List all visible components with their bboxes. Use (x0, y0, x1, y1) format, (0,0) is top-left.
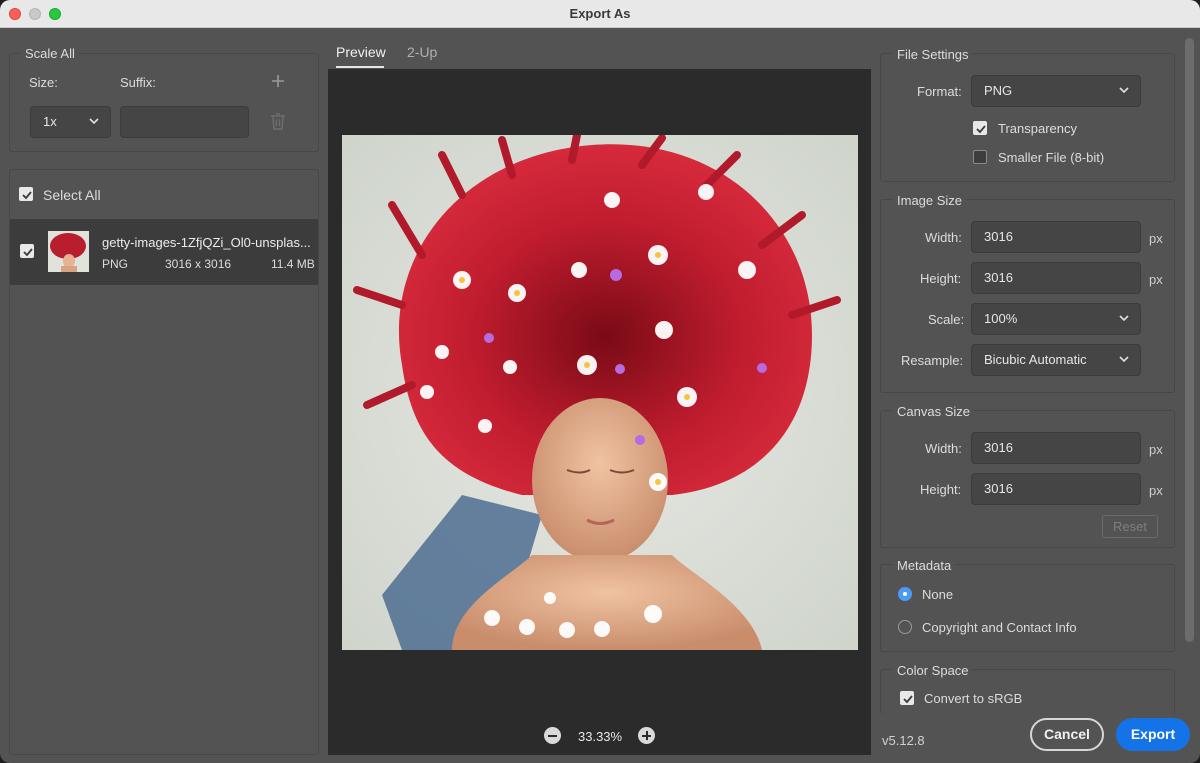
image-height-label: Height: (920, 271, 962, 286)
preview-image (342, 135, 858, 650)
image-width-label: Width: (925, 230, 962, 245)
metadata-label: Metadata (893, 558, 956, 573)
convert-srgb-label[interactable]: Convert to sRGB (924, 691, 1022, 706)
zoom-out-button[interactable] (544, 727, 561, 744)
format-dropdown[interactable]: PNG (971, 75, 1141, 107)
settings-scrollbar[interactable] (1185, 38, 1194, 642)
version-label: v5.12.8 (882, 733, 925, 748)
canvas-height-unit: px (1149, 483, 1163, 498)
chevron-down-icon (1119, 87, 1129, 94)
chevron-down-icon (1119, 315, 1129, 322)
suffix-label: Suffix: (120, 75, 156, 90)
scale-value: 100% (984, 311, 1018, 326)
canvas-width-label: Width: (925, 441, 962, 456)
scale-label: Scale: (928, 312, 965, 327)
smaller-file-checkbox[interactable] (973, 150, 987, 164)
select-all-checkbox[interactable] (19, 187, 33, 201)
trash-icon[interactable] (269, 112, 287, 131)
image-height-unit: px (1149, 272, 1163, 287)
canvas-height-label: Height: (920, 482, 962, 497)
canvas-width-unit: px (1149, 442, 1163, 457)
size-label: Size: (29, 75, 58, 90)
canvas-height-input[interactable]: 3016 (971, 473, 1141, 505)
chevron-down-icon (1119, 356, 1129, 363)
transparency-checkbox[interactable] (973, 121, 987, 135)
suffix-input[interactable] (120, 106, 249, 138)
resample-value: Bicubic Automatic (984, 352, 1087, 367)
file-settings-label: File Settings (893, 47, 973, 62)
metadata-panel (880, 564, 1175, 652)
asset-filename: getty-images-1ZfjQZi_Ol0-unsplas... (102, 235, 311, 250)
asset-thumbnail (48, 231, 89, 272)
asset-file-size: 11.4 MB (271, 257, 315, 271)
select-all-label[interactable]: Select All (43, 187, 101, 203)
scale-size-value: 1x (43, 114, 57, 129)
metadata-none-radio[interactable] (898, 587, 912, 601)
scale-dropdown[interactable]: 100% (971, 303, 1141, 335)
resample-label: Resample: (901, 353, 964, 368)
canvas-size-label: Canvas Size (893, 404, 974, 419)
format-value: PNG (984, 83, 1013, 98)
chevron-down-icon (89, 118, 99, 125)
title-bar: Export As (0, 0, 1200, 28)
cancel-button[interactable]: Cancel (1030, 718, 1104, 751)
asset-format: PNG (102, 257, 129, 271)
metadata-copyright-radio[interactable] (898, 620, 912, 634)
image-width-input[interactable]: 3016 (971, 221, 1141, 253)
convert-srgb-checkbox[interactable] (900, 691, 914, 705)
asset-dimensions: 3016 x 3016 (165, 257, 232, 271)
image-width-unit: px (1149, 231, 1163, 246)
metadata-none-label[interactable]: None (922, 587, 953, 602)
format-label: Format: (917, 84, 962, 99)
color-space-label: Color Space (893, 663, 973, 678)
scale-all-label: Scale All (21, 46, 79, 61)
zoom-level: 33.33% (578, 729, 623, 744)
canvas-width-input[interactable]: 3016 (971, 432, 1141, 464)
resample-dropdown[interactable]: Bicubic Automatic (971, 344, 1141, 376)
export-as-window: Export As Scale All Size: Suffix: 1x Sel… (0, 0, 1200, 763)
reset-button[interactable]: Reset (1102, 515, 1158, 538)
tab-preview[interactable]: Preview (336, 44, 386, 60)
scale-size-dropdown[interactable]: 1x (30, 106, 111, 138)
active-tab-indicator (336, 66, 384, 68)
add-scale-icon[interactable] (270, 73, 286, 89)
zoom-in-button[interactable] (638, 727, 655, 744)
tab-2-up[interactable]: 2-Up (407, 44, 437, 60)
metadata-copyright-label[interactable]: Copyright and Contact Info (922, 620, 1077, 635)
transparency-label[interactable]: Transparency (998, 121, 1077, 136)
asset-checkbox[interactable] (20, 244, 34, 258)
window-title: Export As (569, 6, 631, 21)
smaller-file-label[interactable]: Smaller File (8-bit) (998, 150, 1104, 165)
export-button[interactable]: Export (1116, 718, 1190, 751)
image-size-label: Image Size (893, 193, 967, 208)
image-height-input[interactable]: 3016 (971, 262, 1141, 294)
